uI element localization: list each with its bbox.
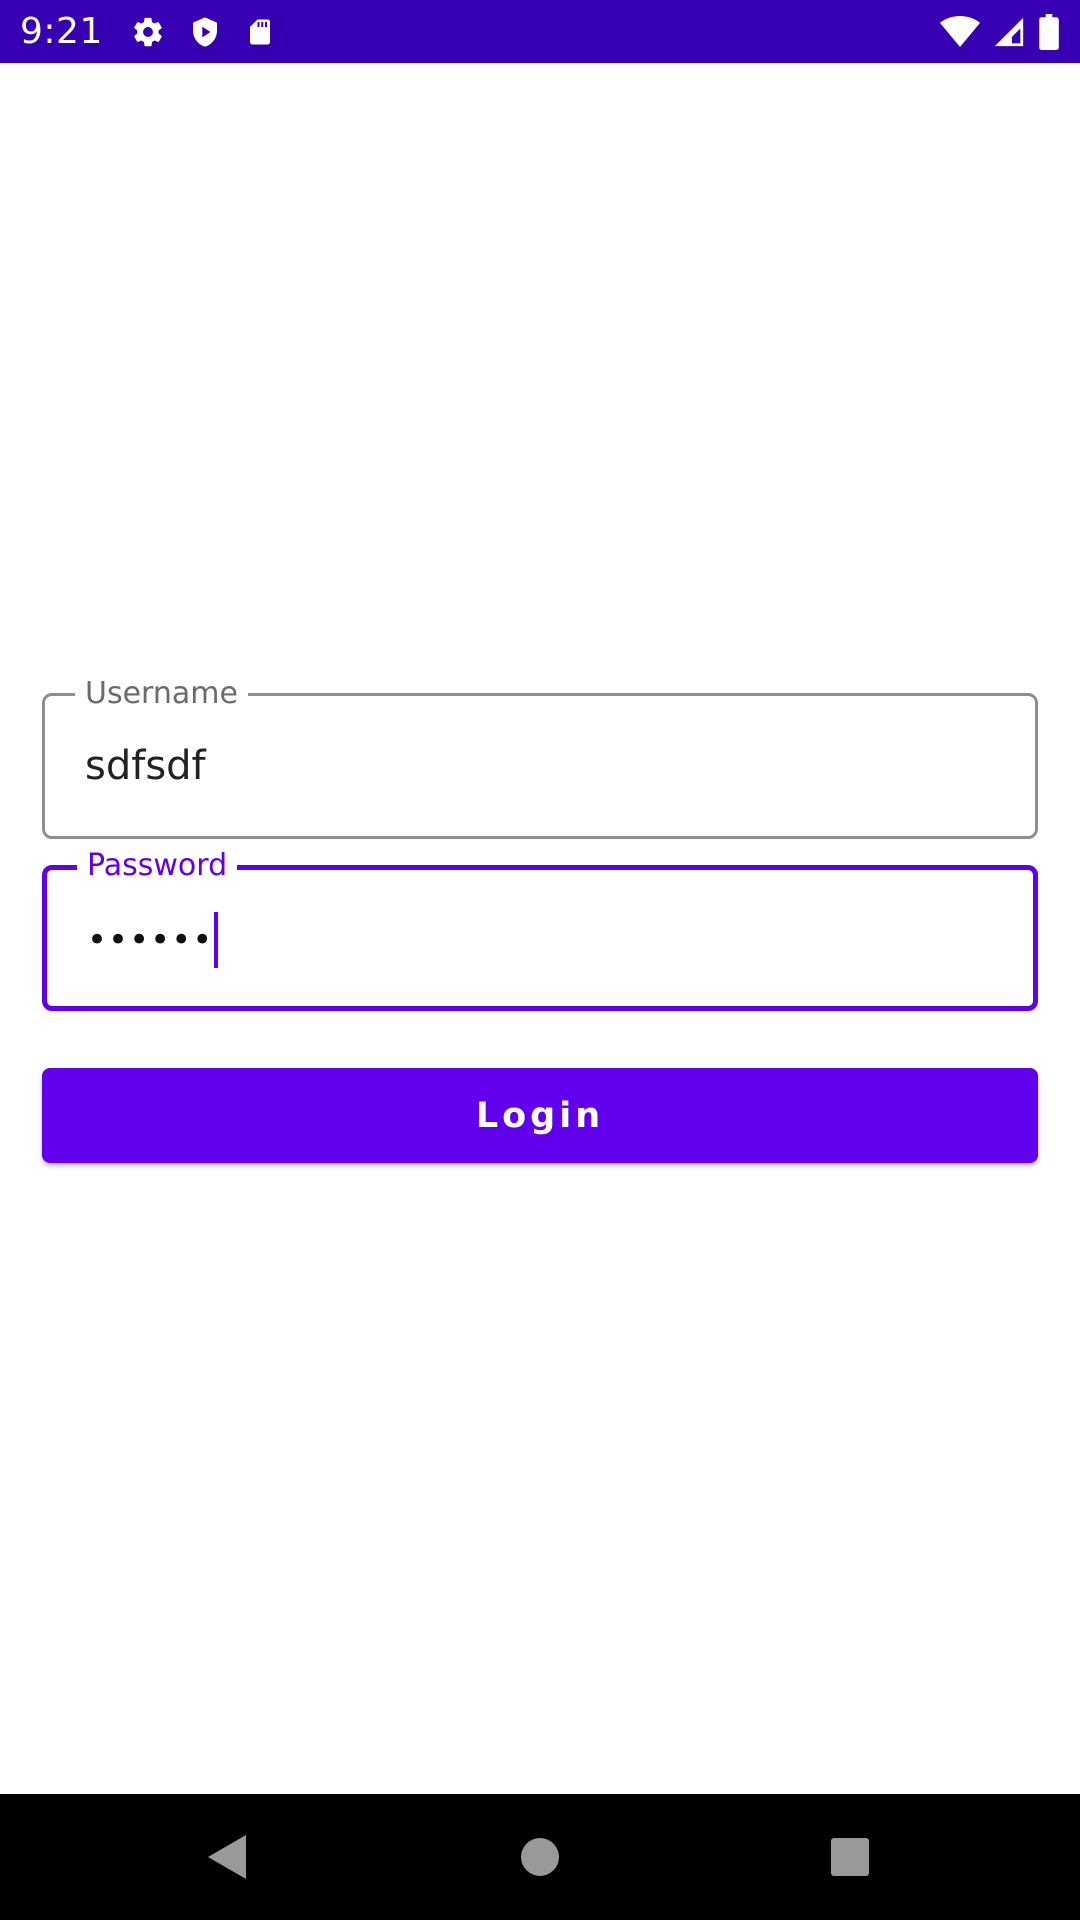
status-bar: 9:21 <box>0 0 1080 63</box>
gear-icon <box>131 15 165 49</box>
back-button[interactable] <box>166 1794 286 1920</box>
username-field[interactable]: Username sdfsdf <box>42 674 1038 839</box>
sd-card-icon <box>245 15 275 49</box>
recents-button[interactable] <box>790 1794 910 1920</box>
shield-play-icon <box>189 15 221 49</box>
login-button[interactable]: Login <box>42 1068 1038 1163</box>
status-icons-right <box>940 13 1060 50</box>
recents-icon <box>831 1838 869 1876</box>
password-input[interactable]: •••••• <box>87 870 219 1010</box>
cell-signal-icon <box>992 15 1026 49</box>
username-input[interactable]: sdfsdf <box>85 696 206 836</box>
password-masked-value: •••••• <box>87 920 214 960</box>
home-icon <box>521 1838 559 1876</box>
status-icons-left <box>131 15 275 49</box>
battery-icon <box>1038 13 1060 50</box>
status-time: 9:21 <box>20 11 103 52</box>
back-icon <box>208 1835 246 1879</box>
home-button[interactable] <box>480 1794 600 1920</box>
navigation-bar <box>0 1794 1080 1920</box>
text-caret <box>214 912 219 968</box>
wifi-icon <box>940 15 980 49</box>
password-field[interactable]: Password •••••• <box>42 846 1038 1011</box>
